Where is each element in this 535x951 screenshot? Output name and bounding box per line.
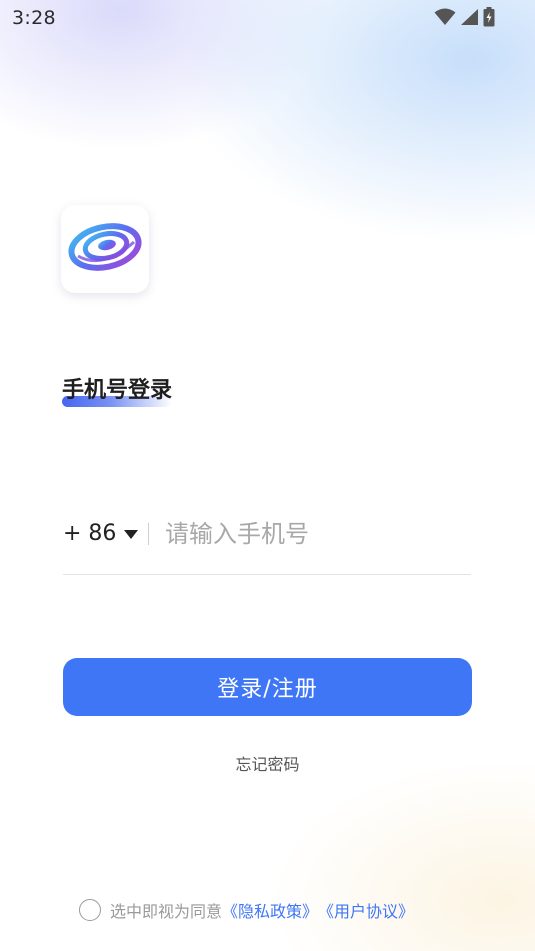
privacy-policy-link[interactable]: 《隐私政策》 bbox=[222, 898, 318, 922]
galaxy-swirl-logo-icon bbox=[68, 222, 142, 276]
field-divider bbox=[148, 523, 149, 545]
country-code-label: + 86 bbox=[63, 521, 117, 546]
agreement-row: 选中即视为同意 《隐私政策》 《用户协议》 bbox=[79, 898, 414, 922]
caret-down-icon bbox=[124, 530, 139, 539]
agreement-checkbox[interactable] bbox=[79, 899, 101, 921]
battery-charging-icon bbox=[483, 7, 495, 27]
signal-icon bbox=[460, 8, 479, 26]
page-title-wrap: 手机号登录 bbox=[62, 372, 173, 407]
login-register-button[interactable]: 登录/注册 bbox=[63, 658, 472, 716]
forgot-password-link[interactable]: 忘记密码 bbox=[0, 751, 535, 775]
login-screen: 3:28 手机号登录 + 86 请输入手机号 登录/注册 忘记密码 选中即视为同… bbox=[0, 0, 535, 951]
agreement-text: 选中即视为同意 bbox=[110, 902, 223, 921]
wifi-icon bbox=[434, 8, 456, 26]
country-code-selector[interactable]: + 86 bbox=[63, 521, 139, 546]
page-title: 手机号登录 bbox=[62, 378, 173, 403]
phone-input[interactable] bbox=[165, 516, 465, 552]
app-logo bbox=[61, 205, 149, 293]
status-time: 3:28 bbox=[12, 7, 56, 29]
user-agreement-link[interactable]: 《用户协议》 bbox=[318, 898, 414, 922]
phone-field: + 86 bbox=[63, 512, 471, 575]
status-icons bbox=[434, 7, 495, 27]
